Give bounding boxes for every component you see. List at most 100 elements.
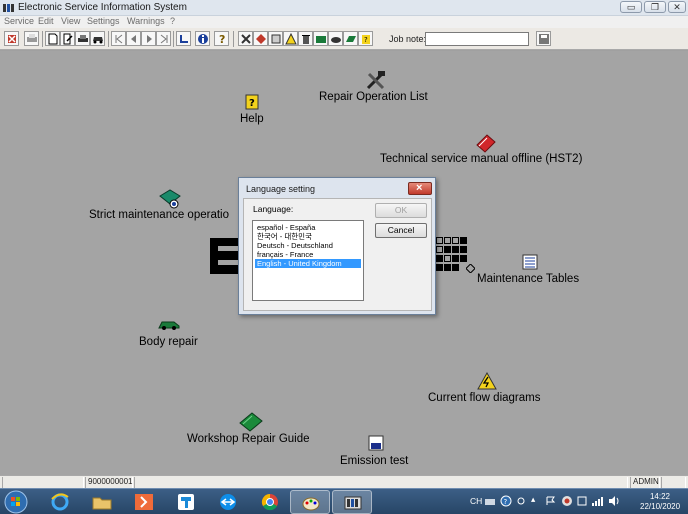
new-document-icon[interactable]: [45, 31, 60, 46]
volume-icon[interactable]: [608, 496, 620, 506]
status-user: ADMIN: [630, 477, 660, 488]
clock-date: 22/10/2020: [640, 502, 681, 511]
keyboard-icon[interactable]: [485, 498, 495, 506]
save-icon[interactable]: [536, 31, 551, 46]
workshop-repair-guide-link[interactable]: Workshop Repair Guide: [187, 433, 310, 445]
technical-service-manual-link[interactable]: Technical service manual offline (HST2): [380, 153, 582, 165]
help-book-icon[interactable]: ?: [244, 93, 260, 111]
car-repair-icon[interactable]: [328, 31, 343, 46]
taskbar-chrome[interactable]: [250, 490, 290, 514]
clock-time: 14:22: [649, 492, 671, 501]
first-page-icon[interactable]: [111, 31, 126, 46]
minimize-button[interactable]: ▭: [620, 1, 642, 13]
body-repair-link[interactable]: Body repair: [139, 336, 198, 348]
language-label: Language:: [253, 204, 294, 214]
folder-icon: [92, 497, 112, 510]
svg-text:?: ?: [219, 33, 225, 45]
settings-icon[interactable]: [516, 495, 526, 507]
repair-guide-book-icon[interactable]: [238, 411, 264, 433]
dialog-body: Language: español - España 한국어 - 대한민국 De…: [243, 198, 432, 311]
previous-page-icon[interactable]: [126, 31, 141, 46]
flag-icon[interactable]: [546, 496, 556, 506]
taskbar-anydesk[interactable]: [124, 490, 164, 514]
app-logo-icon: [3, 4, 14, 12]
tools-icon[interactable]: [365, 70, 387, 90]
book-icon[interactable]: [313, 31, 328, 46]
taskbar-file-explorer[interactable]: [82, 490, 122, 514]
taskbar-internet-explorer[interactable]: [40, 490, 80, 514]
language-option[interactable]: français - France: [255, 250, 361, 259]
job-note-input[interactable]: [425, 32, 529, 46]
device-icon[interactable]: [577, 496, 587, 506]
emission-test-icon[interactable]: [368, 435, 384, 451]
maximize-button[interactable]: ❐: [644, 1, 666, 13]
start-button-icon[interactable]: [3, 490, 29, 514]
toolbar-separator: [173, 31, 174, 47]
print-icon[interactable]: [24, 31, 39, 46]
page-icon[interactable]: [268, 31, 283, 46]
menu-view[interactable]: View: [61, 16, 80, 26]
emission-test-link[interactable]: Emission test: [340, 455, 408, 467]
tools-icon[interactable]: [238, 31, 253, 46]
network-status-icon[interactable]: [561, 495, 573, 507]
manual-book-icon[interactable]: [475, 133, 497, 153]
car-icon[interactable]: [90, 31, 105, 46]
language-option[interactable]: 한국어 - 대한민국: [255, 232, 361, 241]
status-bar: 9000000001 ADMIN: [0, 475, 688, 488]
stop-icon[interactable]: [253, 31, 268, 46]
svg-text:?: ?: [364, 36, 368, 44]
status-field: [134, 477, 628, 488]
repair-operation-list-link[interactable]: Repair Operation List: [319, 91, 428, 103]
taskbar-app[interactable]: [166, 490, 206, 514]
status-field-number: 9000000001: [85, 477, 133, 488]
status-field: [661, 477, 686, 488]
maintenance-tables-link[interactable]: Maintenance Tables: [477, 273, 579, 285]
language-listbox[interactable]: español - España 한국어 - 대한민국 Deutsch - De…: [252, 220, 364, 301]
vehicle-icon[interactable]: [75, 31, 90, 46]
language-option[interactable]: Deutsch - Deutschland: [255, 241, 361, 250]
menu-settings[interactable]: Settings: [87, 16, 120, 26]
help-book-icon[interactable]: ?: [358, 31, 373, 46]
menu-edit[interactable]: Edit: [38, 16, 54, 26]
menu-service[interactable]: Service: [4, 16, 34, 26]
menu-help[interactable]: ?: [170, 16, 175, 26]
car-body-icon[interactable]: [157, 319, 181, 331]
language-setting-dialog: Language setting × Language: español - E…: [238, 177, 436, 315]
input-language-indicator[interactable]: CH: [470, 496, 482, 506]
dialog-close-button[interactable]: ×: [408, 182, 432, 195]
close-window-button[interactable]: ✕: [668, 1, 686, 13]
next-page-icon[interactable]: [141, 31, 156, 46]
system-clock[interactable]: 14:22 22/10/2020: [640, 492, 680, 512]
cancel-button[interactable]: Cancel: [375, 223, 427, 238]
tray-overflow-icon[interactable]: ▴: [531, 494, 535, 505]
info-icon[interactable]: [195, 31, 210, 46]
exit-icon[interactable]: [4, 31, 19, 46]
maintenance-book-icon[interactable]: [158, 188, 182, 210]
help-link[interactable]: Help: [240, 113, 264, 125]
warning-icon[interactable]: [477, 372, 497, 390]
last-page-icon[interactable]: [156, 31, 171, 46]
help-circle-icon[interactable]: ?: [500, 495, 512, 507]
strict-maintenance-link[interactable]: Strict maintenance operatio: [89, 209, 229, 221]
language-option[interactable]: español - España: [255, 223, 361, 232]
taskbar-paint[interactable]: [290, 490, 330, 514]
ok-button[interactable]: OK: [375, 203, 427, 218]
signal-icon[interactable]: [592, 496, 604, 506]
question-icon[interactable]: ?: [214, 31, 229, 46]
toolbar-separator: [233, 31, 234, 47]
folder-icon[interactable]: [343, 31, 358, 46]
table-icon[interactable]: [522, 254, 538, 270]
edit-document-icon[interactable]: [60, 31, 75, 46]
app-icon: [178, 494, 194, 510]
esi-app-icon: [344, 496, 362, 510]
trash-icon[interactable]: [298, 31, 313, 46]
back-arrow-icon[interactable]: [176, 31, 191, 46]
language-option-selected[interactable]: English - United Kingdom: [255, 259, 361, 268]
current-flow-diagrams-link[interactable]: Current flow diagrams: [428, 392, 540, 404]
menu-warnings[interactable]: Warnings: [127, 16, 165, 26]
taskbar-esi-app[interactable]: [332, 490, 372, 514]
status-field: [2, 477, 84, 488]
grid-icon[interactable]: [436, 237, 480, 277]
warning-icon[interactable]: [283, 31, 298, 46]
taskbar-teamviewer[interactable]: [208, 490, 248, 514]
